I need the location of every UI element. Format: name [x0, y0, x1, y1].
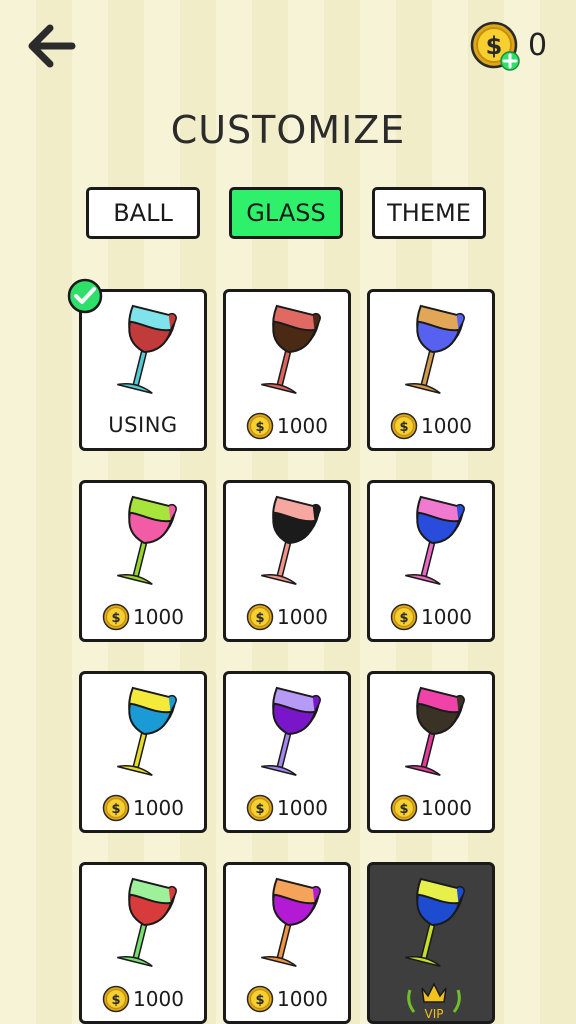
price-tag: $ 1000: [82, 985, 204, 1013]
dollar-coin-icon: $: [390, 603, 418, 631]
dollar-coin-icon: $: [102, 985, 130, 1013]
wine-glass-icon: [261, 877, 321, 967]
svg-text:$: $: [400, 420, 409, 435]
price-tag: $ 1000: [226, 603, 348, 631]
price-amount: 1000: [421, 796, 472, 820]
coin-wallet[interactable]: $ 0: [468, 18, 568, 74]
price-amount: 1000: [421, 605, 472, 629]
price-amount: 1000: [277, 414, 328, 438]
price-tag: $ 1000: [226, 794, 348, 822]
svg-text:$: $: [256, 802, 265, 817]
svg-text:$: $: [486, 32, 503, 60]
wine-glass-icon: [261, 686, 321, 776]
svg-text:$: $: [112, 611, 121, 626]
glass-card[interactable]: $ 1000: [223, 862, 351, 1024]
svg-text:$: $: [112, 993, 121, 1008]
price-tag: $ 1000: [370, 412, 492, 440]
glass-card[interactable]: $ 1000: [367, 289, 495, 451]
wine-glass-icon: [405, 495, 465, 585]
tab-theme[interactable]: THEME: [372, 187, 486, 239]
dollar-coin-icon: $: [390, 794, 418, 822]
svg-text:$: $: [256, 993, 265, 1008]
crown-icon: VIP: [407, 982, 461, 1021]
plus-icon: [500, 51, 520, 71]
price-tag: $ 1000: [370, 603, 492, 631]
svg-text:$: $: [256, 611, 265, 626]
price-tag: $ 1000: [82, 603, 204, 631]
wine-glass-icon: [405, 686, 465, 776]
dollar-coin-icon: $: [246, 985, 274, 1013]
glass-card[interactable]: $ 1000: [367, 480, 495, 642]
glass-card[interactable]: $ 1000: [79, 862, 207, 1024]
price-amount: 1000: [133, 796, 184, 820]
back-button[interactable]: [26, 22, 76, 70]
glass-card[interactable]: $ 1000: [367, 671, 495, 833]
wine-glass-icon: [117, 495, 177, 585]
price-amount: 1000: [277, 796, 328, 820]
price-amount: 1000: [277, 605, 328, 629]
glass-card[interactable]: VIP: [367, 862, 495, 1024]
dollar-coin-icon: $: [470, 21, 520, 71]
dollar-coin-icon: $: [102, 794, 130, 822]
dollar-coin-icon: $: [102, 603, 130, 631]
dollar-coin-icon: $: [246, 794, 274, 822]
price-amount: 1000: [133, 987, 184, 1011]
price-tag: $ 1000: [82, 794, 204, 822]
coin-count: 0: [528, 28, 548, 63]
checkmark-icon: [67, 278, 103, 314]
tab-glass[interactable]: GLASS: [229, 187, 343, 239]
dollar-coin-icon: $: [246, 603, 274, 631]
wine-glass-icon: [117, 304, 177, 394]
wine-glass-icon: [117, 877, 177, 967]
svg-text:$: $: [256, 420, 265, 435]
glass-card[interactable]: $ 1000: [79, 671, 207, 833]
svg-text:$: $: [400, 611, 409, 626]
dollar-coin-icon: $: [390, 412, 418, 440]
svg-text:$: $: [112, 802, 121, 817]
price-tag: $ 1000: [370, 794, 492, 822]
wine-glass-icon: [117, 686, 177, 776]
glass-card[interactable]: $ 1000: [223, 671, 351, 833]
vip-label: VIP: [425, 1007, 444, 1021]
glass-card[interactable]: $ 1000: [79, 480, 207, 642]
wine-glass-icon: [261, 304, 321, 394]
glass-card[interactable]: $ 1000: [223, 289, 351, 451]
svg-text:$: $: [400, 802, 409, 817]
arrow-left-icon: [28, 24, 76, 68]
wine-glass-icon: [261, 495, 321, 585]
price-amount: 1000: [421, 414, 472, 438]
dollar-coin-icon: $: [246, 412, 274, 440]
glass-card[interactable]: $ 1000: [223, 480, 351, 642]
wine-glass-icon: [405, 304, 465, 394]
tab-ball[interactable]: BALL: [86, 187, 200, 239]
price-tag: $ 1000: [226, 985, 348, 1013]
page-title: CUSTOMIZE: [170, 108, 406, 152]
price-amount: 1000: [133, 605, 184, 629]
price-tag: $ 1000: [226, 412, 348, 440]
using-label: USING: [108, 413, 178, 437]
wine-glass-icon: [405, 877, 465, 967]
price-amount: 1000: [277, 987, 328, 1011]
